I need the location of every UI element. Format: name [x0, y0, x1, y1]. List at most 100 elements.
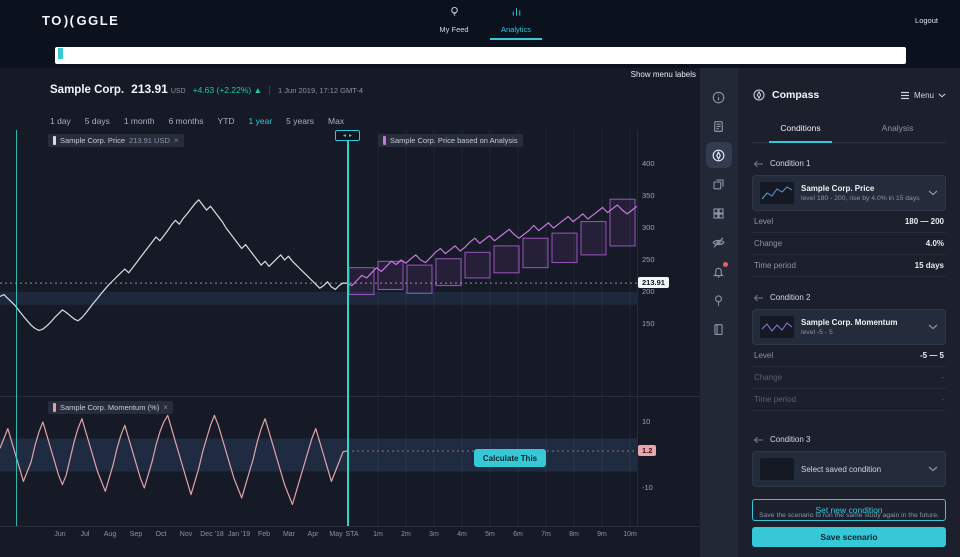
- momentum-chart[interactable]: [0, 398, 700, 526]
- condition-row: Change -: [752, 367, 946, 389]
- legend-momentum[interactable]: Sample Corp. Momentum (%) ×: [48, 401, 173, 414]
- y-axis-label: 150: [642, 319, 655, 328]
- y-axis-label: 300: [642, 223, 655, 232]
- show-menu-labels-toggle[interactable]: Show menu labels: [540, 70, 696, 79]
- x-axis-label: 6m: [513, 531, 523, 538]
- tab-analytics[interactable]: Analytics: [490, 0, 542, 40]
- top-bar: TO)(GGLE My Feed Analytics Logout: [0, 0, 960, 40]
- close-icon[interactable]: ×: [163, 403, 168, 412]
- condition-row: Level 180 — 200: [752, 211, 946, 233]
- condition-label: Condition 2: [770, 293, 811, 302]
- x-axis-label: May: [329, 531, 343, 538]
- forecast-divider[interactable]: [347, 130, 349, 526]
- condition-card[interactable]: Sample Corp. Momentum level -5 - 5: [752, 309, 946, 345]
- chevron-down-icon[interactable]: [928, 324, 938, 330]
- momentum-value-badge: 1.2: [638, 445, 657, 457]
- chevron-down-icon[interactable]: [928, 190, 938, 196]
- divider-handle[interactable]: ◂ ▸: [335, 130, 360, 141]
- range-1-year[interactable]: 1 year: [249, 116, 273, 126]
- news-icon[interactable]: [706, 113, 732, 139]
- search-band: [0, 40, 960, 68]
- range-5-days[interactable]: 5 days: [85, 116, 110, 126]
- y-axis-label: -10: [642, 483, 653, 492]
- collapse-arrow-icon[interactable]: [752, 436, 764, 444]
- location-icon[interactable]: [706, 287, 732, 313]
- y-axis-label: 400: [642, 159, 655, 168]
- x-axis-label: Jan '19: [227, 531, 251, 538]
- condition-section-2: Condition 2 Sample Corp. Momentum level …: [752, 293, 946, 411]
- x-axis-label: 10m: [623, 531, 637, 538]
- x-axis-label: Oct: [155, 531, 167, 538]
- collapse-arrow-icon[interactable]: [752, 160, 764, 168]
- x-axis-label: Jul: [80, 531, 90, 538]
- price-change: +4.63 (+2.22%) ▲: [192, 85, 263, 95]
- x-axis-label: 4m: [457, 531, 467, 538]
- legend-price[interactable]: Sample Corp. Price 213.91 USD ×: [48, 134, 184, 147]
- hide-icon[interactable]: [706, 229, 732, 255]
- range-6-months[interactable]: 6 months: [169, 116, 204, 126]
- calculate-this-button[interactable]: Calculate This: [474, 449, 546, 467]
- condition-title: Sample Corp. Momentum: [801, 318, 898, 327]
- price-chart[interactable]: [0, 130, 700, 396]
- condition-thumbnail: [760, 316, 794, 338]
- journal-icon[interactable]: [706, 316, 732, 342]
- x-axis-label: Feb: [257, 531, 271, 538]
- legend-value: 213.91 USD: [129, 136, 170, 145]
- tab-label: Analytics: [500, 24, 531, 34]
- condition-row: Time period -: [752, 389, 946, 411]
- quote-row: Sample Corp. 213.91 USD +4.63 (+2.22%) ▲…: [50, 82, 363, 96]
- notification-dot: [722, 262, 728, 267]
- notifications-icon[interactable]: [706, 258, 732, 284]
- brand-logo[interactable]: TO)(GGLE: [42, 13, 119, 28]
- condition-subtitle: level -5 - 5: [801, 329, 833, 336]
- compass-panel: Compass Menu Conditions Analysis Conditi…: [737, 68, 960, 557]
- logout-button[interactable]: Logout: [915, 16, 938, 25]
- legend-forecast[interactable]: Sample Corp. Price based on Analysis: [378, 134, 523, 147]
- compass-icon[interactable]: [705, 142, 732, 168]
- compass-icon: [753, 89, 765, 101]
- chevron-down-icon: [938, 93, 946, 97]
- saved-condition-select[interactable]: Select saved condition: [752, 451, 946, 487]
- legend-label: Sample Corp. Price based on Analysis: [390, 136, 518, 145]
- range-1-month[interactable]: 1 month: [124, 116, 155, 126]
- range-5-years[interactable]: 5 years: [286, 116, 314, 126]
- range-1-day[interactable]: 1 day: [50, 116, 71, 126]
- panel-title: Compass: [752, 88, 819, 102]
- timestamp: 1 Jun 2019, 17:12 GMT-4: [269, 86, 363, 95]
- x-axis-label: 3m: [429, 531, 439, 538]
- range-ytd[interactable]: YTD: [218, 116, 235, 126]
- close-icon[interactable]: ×: [174, 136, 179, 145]
- x-axis-label: 7m: [541, 531, 551, 538]
- condition-section-1: Condition 1 Sample Corp. Price level 180…: [752, 159, 946, 277]
- save-scenario-button[interactable]: Save scenario: [752, 527, 946, 547]
- logo-mark-icon: )(: [63, 13, 76, 28]
- condition-row: Change 4.0%: [752, 233, 946, 255]
- info-icon[interactable]: [706, 84, 732, 110]
- x-axis-label: STA: [345, 531, 359, 538]
- main-tabs: My Feed Analytics: [428, 0, 542, 40]
- legend-label: Sample Corp. Price: [60, 136, 126, 145]
- apps-icon[interactable]: [706, 200, 732, 226]
- copy-icon[interactable]: [706, 171, 732, 197]
- chevron-down-icon[interactable]: [928, 466, 938, 472]
- condition-title: Select saved condition: [801, 464, 882, 474]
- save-scenario-note: Save the scenario to run the same study …: [759, 512, 939, 519]
- condition-title: Sample Corp. Price: [801, 184, 875, 193]
- condition-row: Time period 15 days: [752, 255, 946, 277]
- tab-analysis[interactable]: Analysis: [849, 116, 946, 142]
- panel-tabs: Conditions Analysis: [752, 116, 946, 143]
- condition-card[interactable]: Sample Corp. Price level 180 - 200, rise…: [752, 175, 946, 211]
- lightbulb-icon: [448, 5, 461, 23]
- menu-button[interactable]: Menu: [900, 91, 946, 100]
- collapse-arrow-icon[interactable]: [752, 294, 764, 302]
- currency: USD: [170, 88, 186, 95]
- x-axis-label: 1m: [373, 531, 383, 538]
- arrow-right-icon: ▸: [349, 133, 353, 139]
- x-axis-label: Jun: [54, 531, 66, 538]
- tab-my-feed[interactable]: My Feed: [428, 0, 480, 40]
- range-max[interactable]: Max: [328, 116, 344, 126]
- condition-row: Level -5 — 5: [752, 345, 946, 367]
- search-input[interactable]: [55, 46, 906, 64]
- tab-conditions[interactable]: Conditions: [752, 116, 849, 143]
- plot-right-edge: [637, 130, 638, 526]
